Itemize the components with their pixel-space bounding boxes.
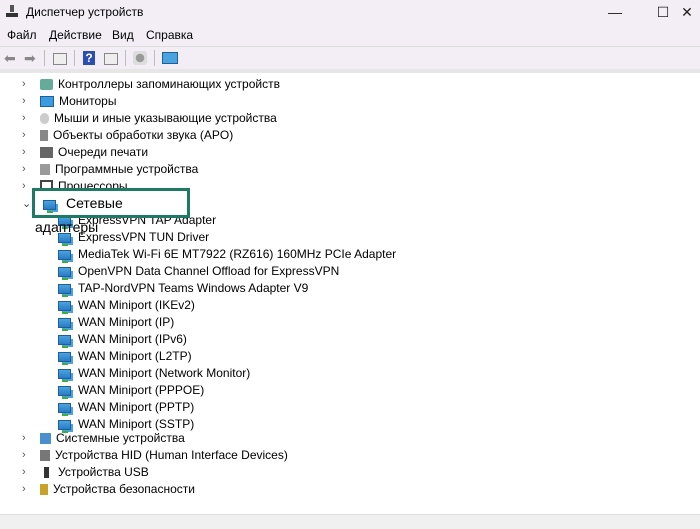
scan-hardware-icon[interactable]	[133, 51, 147, 65]
security-icon	[40, 484, 48, 495]
chevron-right-icon[interactable]: ›	[22, 127, 26, 144]
adapter-item[interactable]: WAN Miniport (IKEv2)	[58, 297, 195, 314]
adapter-label: WAN Miniport (IP)	[78, 315, 175, 329]
chevron-right-icon[interactable]: ›	[22, 178, 26, 195]
tree-node[interactable]: › Системные устройства	[22, 430, 185, 447]
monitor-icon[interactable]	[162, 52, 178, 64]
network-adapter-icon	[58, 420, 71, 433]
audio-icon	[40, 130, 48, 141]
adapter-item[interactable]: WAN Miniport (Network Monitor)	[58, 365, 250, 382]
network-adapter-icon	[58, 318, 71, 331]
chevron-right-icon[interactable]: ›	[22, 144, 26, 161]
chevron-right-icon[interactable]: ›	[22, 481, 26, 498]
node-label: Устройства USB	[58, 465, 149, 479]
network-adapter-icon	[58, 250, 71, 263]
view-icon[interactable]	[104, 53, 118, 65]
adapter-item[interactable]: WAN Miniport (PPPOE)	[58, 382, 204, 399]
tree-node[interactable]: › Мыши и иные указывающие устройства	[22, 110, 277, 127]
tree-node[interactable]: › Мониторы	[22, 93, 117, 110]
title-bar: Диспетчер устройств — ☐ ✕	[0, 0, 700, 24]
toolbar: ⬅ ➡ ?	[0, 47, 700, 73]
network-adapter-icon	[58, 284, 71, 297]
tree-node[interactable]: › Программные устройства	[22, 161, 199, 178]
window-title: Диспетчер устройств	[26, 5, 144, 19]
node-label: Мониторы	[59, 94, 117, 108]
network-adapter-icon	[58, 369, 71, 382]
node-label: Программные устройства	[55, 162, 199, 176]
adapter-item[interactable]: TAP-NordVPN Teams Windows Adapter V9	[58, 280, 308, 297]
forward-icon[interactable]: ➡	[24, 51, 38, 65]
adapter-label: MediaTek Wi-Fi 6E MT7922 (RZ616) 160MHz …	[78, 247, 397, 261]
network-adapter-icon	[58, 403, 71, 416]
device-manager-icon	[6, 5, 18, 18]
node-label: Устройства безопасности	[53, 482, 195, 496]
minimize-button[interactable]: —	[600, 2, 630, 22]
help-icon[interactable]: ?	[83, 51, 95, 65]
monitor-icon	[40, 96, 54, 107]
chevron-right-icon[interactable]: ›	[22, 464, 26, 481]
chevron-right-icon[interactable]: ›	[22, 110, 26, 127]
printer-icon	[40, 147, 53, 158]
hid-icon	[40, 450, 50, 461]
network-adapter-icon	[58, 335, 71, 348]
menu-view[interactable]: Вид	[112, 28, 134, 42]
adapter-label: WAN Miniport (PPTP)	[78, 400, 195, 414]
properties-icon[interactable]	[53, 53, 67, 65]
menu-action[interactable]: Действие	[49, 28, 102, 42]
tree-node[interactable]: › Устройства USB	[22, 464, 149, 481]
software-device-icon	[40, 164, 50, 175]
chevron-right-icon[interactable]: ›	[22, 447, 26, 464]
node-label: Объекты обработки звука (APO)	[53, 128, 234, 142]
adapter-item[interactable]: WAN Miniport (IPv6)	[58, 331, 187, 348]
adapter-label: WAN Miniport (IPv6)	[78, 332, 187, 346]
adapter-item[interactable]: WAN Miniport (L2TP)	[58, 348, 192, 365]
chevron-right-icon[interactable]: ›	[22, 93, 26, 110]
chevron-right-icon[interactable]: ›	[22, 430, 26, 447]
tree-node[interactable]: › Объекты обработки звука (APO)	[22, 127, 234, 144]
usb-icon	[44, 467, 49, 478]
mouse-icon	[40, 113, 49, 124]
tree-node[interactable]: › Контроллеры запоминающих устройств	[22, 76, 280, 93]
system-device-icon	[40, 433, 51, 444]
network-adapter-icon	[43, 200, 56, 213]
adapter-label: OpenVPN Data Channel Offload for Express…	[78, 264, 340, 278]
tree-node[interactable]: › Очереди печати	[22, 144, 149, 161]
menu-file[interactable]: Файл	[7, 28, 37, 42]
chevron-right-icon[interactable]: ›	[22, 161, 26, 178]
adapter-item[interactable]: OpenVPN Data Channel Offload for Express…	[58, 263, 339, 280]
adapter-label: WAN Miniport (Network Monitor)	[78, 366, 251, 380]
node-label: Очереди печати	[58, 145, 149, 159]
adapter-item[interactable]: WAN Miniport (PPTP)	[58, 399, 194, 416]
adapter-label: WAN Miniport (PPPOE)	[78, 383, 205, 397]
chevron-right-icon[interactable]: ›	[22, 76, 26, 93]
network-adapter-icon	[58, 352, 71, 365]
node-label: Системные устройства	[56, 431, 185, 445]
status-bar	[0, 514, 700, 529]
back-icon[interactable]: ⬅	[4, 51, 18, 65]
storage-controller-icon	[40, 79, 53, 90]
adapter-label: WAN Miniport (L2TP)	[78, 349, 192, 363]
adapter-label: WAN Miniport (IKEv2)	[78, 298, 195, 312]
close-button[interactable]: ✕	[672, 2, 700, 22]
tree-node[interactable]: › Устройства безопасности	[22, 481, 195, 498]
node-label: Мыши и иные указывающие устройства	[54, 111, 277, 125]
node-label: Устройства HID (Human Interface Devices)	[55, 448, 288, 462]
network-adapter-icon	[58, 386, 71, 399]
node-label: Контроллеры запоминающих устройств	[58, 77, 280, 91]
adapter-item[interactable]: MediaTek Wi-Fi 6E MT7922 (RZ616) 160MHz …	[58, 246, 396, 263]
menu-bar: Файл Действие Вид Справка	[0, 24, 700, 47]
network-adapter-icon	[58, 301, 71, 314]
tree-node[interactable]: › Устройства HID (Human Interface Devices…	[22, 447, 288, 464]
adapter-label: WAN Miniport (SSTP)	[78, 417, 195, 431]
network-adapters-node-highlighted[interactable]: Сетевые адаптеры	[32, 188, 190, 235]
adapter-item[interactable]: WAN Miniport (IP)	[58, 314, 174, 331]
network-adapter-icon	[58, 267, 71, 280]
adapter-label: TAP-NordVPN Teams Windows Adapter V9	[78, 281, 309, 295]
chevron-down-icon[interactable]: ⌄	[22, 197, 31, 210]
menu-help[interactable]: Справка	[146, 28, 193, 42]
